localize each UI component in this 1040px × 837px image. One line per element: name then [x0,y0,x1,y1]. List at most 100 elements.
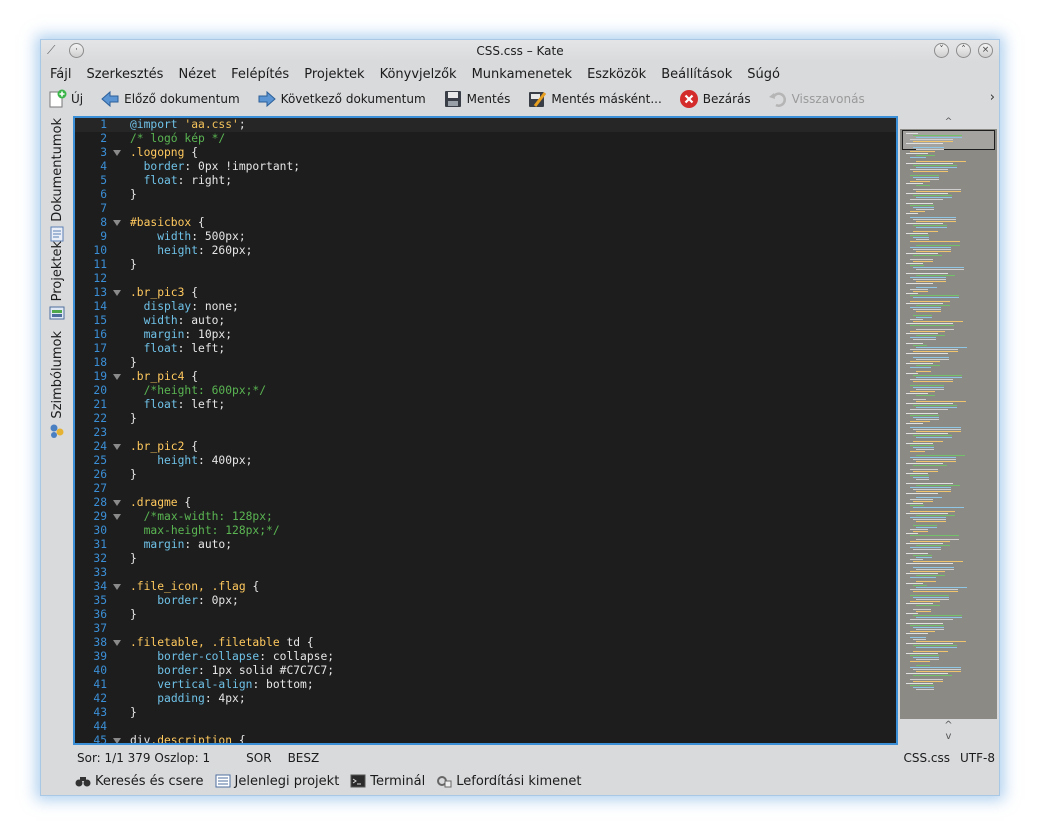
scroll-up-icon[interactable]: ^ [899,116,998,128]
symbols-icon [49,423,65,439]
code-line[interactable]: 34 .file_icon, .flag { [75,580,896,594]
code-line[interactable]: 33 [75,566,896,580]
code-line[interactable]: 26} [75,468,896,482]
code-line[interactable]: 14 display: none; [75,300,896,314]
code-line[interactable]: 24 .br_pic2 { [75,440,896,454]
minimap-line [910,601,940,602]
menu-edit[interactable]: Szerkesztés [86,67,163,82]
minimap-line [910,325,954,326]
code-line[interactable]: 36} [75,608,896,622]
code-line[interactable]: 39 border-collapse: collapse; [75,650,896,664]
tab-search-replace[interactable]: Keresés és csere [75,774,204,789]
code-line[interactable]: 11} [75,258,896,272]
fold-marker-icon[interactable] [113,374,121,380]
code-line[interactable]: 6} [75,188,896,202]
code-line[interactable]: 10 height: 260px; [75,244,896,258]
minimap-line [906,573,938,574]
tab-build-output[interactable]: Lefordítási kimenet [436,774,582,789]
minimap-line [910,535,959,536]
selection-mode[interactable]: SOR [246,751,271,765]
fold-marker-icon[interactable] [113,738,121,743]
fold-marker-icon[interactable] [113,290,121,296]
minimap-scrollbar[interactable]: ^ ^ v [899,116,998,745]
insert-mode[interactable]: BESZ [288,751,320,765]
fold-marker-icon[interactable] [113,500,121,506]
maximize-button[interactable]: ˄ [956,43,971,58]
save-as-button[interactable]: Mentés másként... [527,89,662,109]
code-editor[interactable]: 1 @import 'aa.css'; 2 /* logó kép */ 3 .logop… [73,116,898,745]
fold-marker-icon[interactable] [113,640,121,646]
menu-tools[interactable]: Eszközök [587,67,646,82]
side-tab-projects[interactable]: Projektek [43,241,71,321]
code-line[interactable]: 4 border: 0px !important; [75,160,896,174]
title-bar[interactable]: ⟋ · CSS.css – Kate ˅ ˄ × [41,40,999,62]
code-line[interactable]: 23 [75,426,896,440]
code-line[interactable]: 44 [75,720,896,734]
menu-sessions[interactable]: Munkamenetek [472,67,572,82]
code-line[interactable]: 20 /*height: 600px;*/ [75,384,896,398]
code-line[interactable]: 5 float: right; [75,174,896,188]
code-line[interactable]: 22} [75,412,896,426]
code-line[interactable]: 16 margin: 10px; [75,328,896,342]
code-token: : 4px; [204,692,246,705]
code-line[interactable]: 41 vertical-align: bottom; [75,678,896,692]
fold-marker-icon[interactable] [113,220,121,226]
code-line[interactable]: 9 width: 500px; [75,230,896,244]
close-window-button[interactable]: × [978,43,993,58]
code-line[interactable]: 38 .filetable, .filetable td { [75,636,896,650]
code-line[interactable]: 19 .br_pic4 { [75,370,896,384]
code-line[interactable]: 32} [75,552,896,566]
code-line[interactable]: 7 [75,202,896,216]
code-line[interactable]: 45 div.description { [75,734,896,743]
code-line[interactable]: 2 /* logó kép */ [75,132,896,146]
new-button[interactable]: Új [47,89,83,109]
menu-projects[interactable]: Projektek [304,67,364,82]
code-line[interactable]: 27 [75,482,896,496]
undo-button[interactable]: Visszavonás [768,89,865,109]
code-line[interactable]: 12 [75,272,896,286]
scroll-down-icon[interactable]: ^ v [899,720,998,744]
menu-view[interactable]: Nézet [178,67,216,82]
code-line[interactable]: 37 [75,622,896,636]
menu-help[interactable]: Súgó [747,67,780,82]
fold-marker-icon[interactable] [113,150,121,156]
code-line[interactable]: 25 height: 400px; [75,454,896,468]
code-line[interactable]: 40 border: 1px solid #C7C7C7; [75,664,896,678]
fold-marker-icon[interactable] [113,584,121,590]
code-line[interactable]: 8 #basicbox { [75,216,896,230]
code-line[interactable]: 35 border: 0px; [75,594,896,608]
side-tab-documents[interactable]: Dokumentumok [43,118,71,242]
code-line[interactable]: 43} [75,706,896,720]
code-line[interactable]: 15 width: auto; [75,314,896,328]
minimize-button[interactable]: ˅ [934,43,949,58]
code-line[interactable]: 21 float: left; [75,398,896,412]
menu-bookmarks[interactable]: Könyvjelzők [380,67,457,82]
menu-settings[interactable]: Beállítások [661,67,732,82]
toolbar-overflow-button[interactable]: › [990,90,995,105]
code-line[interactable]: 1 @import 'aa.css'; [75,118,896,132]
code-line[interactable]: 31 margin: auto; [75,538,896,552]
fold-marker-icon[interactable] [113,514,121,520]
prev-document-button[interactable]: Előző dokumentum [100,89,240,109]
code-line[interactable]: 13 .br_pic3 { [75,286,896,300]
fold-marker-icon[interactable] [113,444,121,450]
close-button[interactable]: Bezárás [679,89,751,109]
minimap-line [913,375,962,376]
code-line[interactable]: 3 .logopng { [75,146,896,160]
menu-build[interactable]: Felépítés [231,67,289,82]
code-text: .br_pic3 { [130,286,198,300]
code-line[interactable]: 17 float: left; [75,342,896,356]
tab-current-project[interactable]: Jelenlegi projekt [215,774,339,789]
next-document-button[interactable]: Következő dokumentum [257,89,426,109]
minimap[interactable] [900,129,997,719]
side-tab-symbols[interactable]: Szimbólumok [43,331,71,439]
menu-file[interactable]: Fájl [50,67,71,82]
save-button[interactable]: Mentés [443,89,510,109]
encoding[interactable]: UTF-8 [960,751,995,765]
code-line[interactable]: 42 padding: 4px; [75,692,896,706]
code-line[interactable]: 18} [75,356,896,370]
code-line[interactable]: 28 .dragme { [75,496,896,510]
code-line[interactable]: 30 max-height: 128px;*/ [75,524,896,538]
code-line[interactable]: 29 /*max-width: 128px; [75,510,896,524]
tab-terminal[interactable]: Terminál [350,774,425,789]
